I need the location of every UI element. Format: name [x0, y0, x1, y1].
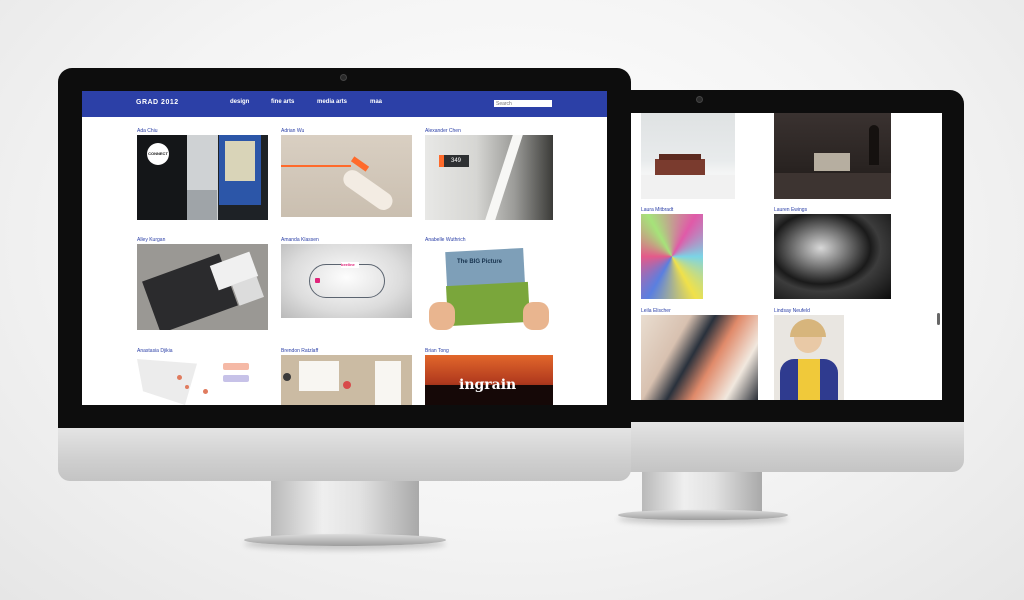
- student-name[interactable]: Alexander Chen: [425, 128, 461, 134]
- thumbnail-image[interactable]: [641, 113, 735, 199]
- scrollbar[interactable]: [937, 313, 940, 325]
- thumbnail-image[interactable]: [281, 135, 412, 217]
- student-name[interactable]: Anabelle Wuthrich: [425, 237, 466, 243]
- thumbnail-image[interactable]: [641, 315, 758, 400]
- nav-link-fine-arts[interactable]: fine arts: [271, 99, 294, 105]
- student-name[interactable]: Brendon Ratzlaff: [281, 348, 318, 354]
- thumbnail-image[interactable]: 349: [425, 135, 553, 220]
- thumbnail-image[interactable]: [137, 355, 268, 405]
- front-monitor: GRAD 2012 design fine arts media arts ma…: [58, 68, 631, 548]
- thumb-text: beeline: [341, 262, 359, 268]
- thumbnail-image[interactable]: [774, 315, 844, 400]
- student-name[interactable]: Anastasia Djikia: [137, 348, 173, 354]
- student-name[interactable]: Laura Mitbradt: [641, 207, 673, 213]
- nav-link-maa[interactable]: maa: [370, 99, 382, 105]
- thumbnail-image[interactable]: ingrain: [425, 355, 553, 405]
- student-name[interactable]: Alley Kurgan: [137, 237, 165, 243]
- site-header: GRAD 2012 design fine arts media arts ma…: [82, 91, 607, 117]
- thumbnail-image[interactable]: The BIG Picture: [425, 244, 553, 334]
- monitor-stand: [271, 481, 419, 541]
- student-name[interactable]: Leila Elischer: [641, 308, 671, 314]
- nav-link-design[interactable]: design: [230, 99, 249, 105]
- student-name[interactable]: Adrian Wu: [281, 128, 304, 134]
- search-input[interactable]: [494, 100, 552, 107]
- thumbnail-image[interactable]: [281, 355, 412, 405]
- back-monitor: Laura Mitbradt Lauren Ewings Leila Elisc…: [612, 90, 964, 530]
- nav-link-media-arts[interactable]: media arts: [317, 99, 347, 105]
- thumb-text: CONNECT: [147, 143, 169, 165]
- thumbnail-image[interactable]: [774, 214, 891, 299]
- student-name[interactable]: Lauren Ewings: [774, 207, 807, 213]
- student-name[interactable]: Brian Tong: [425, 348, 449, 354]
- thumbnail-image[interactable]: beeline: [281, 244, 412, 318]
- back-screen: Laura Mitbradt Lauren Ewings Leila Elisc…: [631, 113, 942, 400]
- thumb-text: ingrain: [459, 377, 517, 393]
- thumbnail-image[interactable]: [641, 214, 703, 299]
- thumb-text: 349: [443, 155, 469, 167]
- monitor-chin: [58, 428, 631, 481]
- thumb-text: The BIG Picture: [457, 259, 503, 265]
- student-name[interactable]: Lindsay Neufeld: [774, 308, 810, 314]
- student-name[interactable]: Amanda Klassen: [281, 237, 319, 243]
- webcam: [696, 96, 703, 103]
- webcam: [340, 74, 347, 81]
- monitor-chin: [612, 422, 964, 472]
- thumbnail-image[interactable]: CONNECT: [137, 135, 268, 220]
- monitor-foot: [618, 510, 788, 520]
- student-name[interactable]: Ada Chiu: [137, 128, 158, 134]
- front-screen: GRAD 2012 design fine arts media arts ma…: [82, 91, 607, 405]
- site-logo[interactable]: GRAD 2012: [136, 99, 179, 106]
- thumbnail-image[interactable]: [137, 244, 268, 330]
- thumbnail-image[interactable]: [774, 113, 891, 199]
- monitor-foot: [244, 534, 446, 546]
